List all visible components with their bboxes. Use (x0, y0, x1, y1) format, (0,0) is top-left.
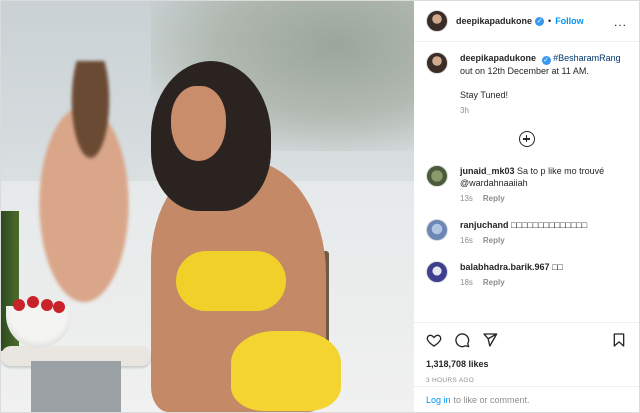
more-icon[interactable]: ... (614, 15, 627, 29)
comment-username[interactable]: ranjuchand (460, 220, 509, 230)
reply-button[interactable]: Reply (483, 194, 505, 203)
instagram-post: deepikapadukone ✓ • Follow ... deepikapa… (0, 0, 640, 413)
caption-text: out on 12th December at 11 AM. (460, 66, 589, 76)
caption: deepikapadukone ✓ #BesharamRang out on 1… (426, 52, 627, 117)
avatar[interactable] (426, 261, 448, 283)
share-icon[interactable] (482, 332, 498, 348)
list-item: ranjuchand □□□□□□□□□□□□□□ 16s Reply (426, 219, 627, 247)
post-time: 3 hours ago (426, 377, 475, 384)
comments-list[interactable]: deepikapadukone ✓ #BesharamRang out on 1… (414, 42, 639, 322)
post-sidebar: deepikapadukone ✓ • Follow ... deepikapa… (414, 1, 639, 412)
reply-button[interactable]: Reply (483, 278, 505, 287)
login-link[interactable]: Log in (426, 395, 451, 405)
caption-text-2: Stay Tuned! (460, 90, 509, 100)
photo-strawberry (27, 296, 39, 308)
caption-hashtag[interactable]: #BesharamRang (553, 53, 621, 63)
caption-age: 3h (460, 106, 469, 115)
photo-yellow-bottom (231, 331, 341, 411)
verified-icon: ✓ (541, 56, 551, 65)
list-item: balabhadra.barik.967 □□ 18s Reply (426, 261, 627, 289)
comment-age: 13s (460, 194, 473, 203)
action-bar (426, 331, 627, 349)
separator-dot: • (548, 16, 552, 26)
comment-icon[interactable] (454, 332, 470, 348)
follow-button[interactable]: Follow (555, 16, 584, 26)
likes-count[interactable]: 1,318,708 likes (426, 359, 627, 369)
photo-yellow-top (176, 251, 286, 311)
bookmark-icon[interactable] (611, 332, 627, 348)
photo-woman-face (171, 86, 226, 161)
photo-table-base (31, 361, 121, 412)
photo-man (19, 61, 149, 321)
login-text: to like or comment. (453, 394, 530, 405)
list-item: junaid_mk03 Sa to p like mo trouvé @ward… (426, 165, 627, 205)
photo-strawberry (13, 299, 25, 311)
avatar[interactable] (426, 219, 448, 241)
comment-username[interactable]: junaid_mk03 (460, 166, 515, 176)
photo-strawberry (53, 301, 65, 313)
avatar[interactable] (426, 165, 448, 187)
avatar[interactable] (426, 52, 448, 74)
comment-text: □□□□□□□□□□□□□□ (511, 220, 588, 230)
plus-circle-icon[interactable] (518, 131, 535, 147)
comment-age: 18s (460, 278, 473, 287)
post-header: deepikapadukone ✓ • Follow ... (414, 1, 639, 42)
photo-strawberry (41, 299, 53, 311)
comment-username[interactable]: balabhadra.barik.967 (460, 262, 550, 272)
caption-username[interactable]: deepikapadukone (460, 53, 536, 63)
post-photo[interactable] (1, 1, 414, 412)
reply-button[interactable]: Reply (483, 236, 505, 245)
avatar[interactable] (426, 10, 448, 32)
heart-icon[interactable] (426, 332, 442, 348)
comment-text: □□ (552, 262, 563, 272)
login-prompt: Log in to like or comment. (414, 386, 639, 412)
header-username[interactable]: deepikapadukone (456, 16, 532, 26)
comment-age: 16s (460, 236, 473, 245)
verified-icon: ✓ (535, 16, 545, 26)
